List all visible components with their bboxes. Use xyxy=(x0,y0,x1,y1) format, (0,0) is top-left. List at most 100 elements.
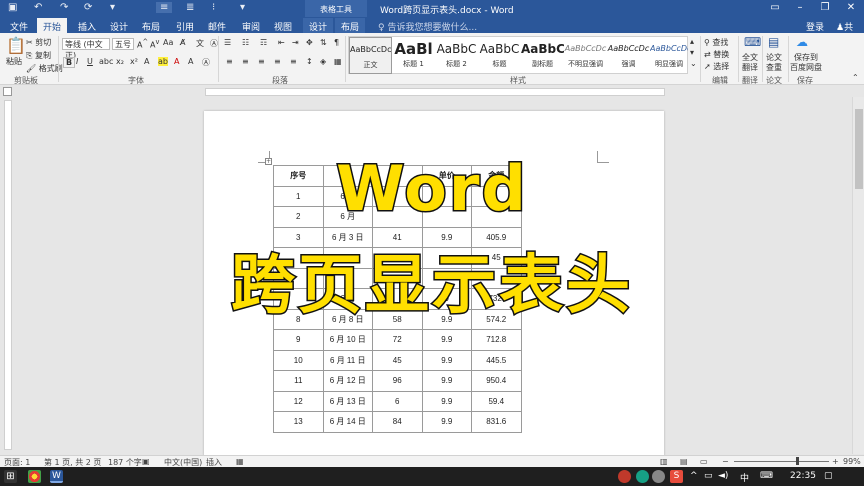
notifications-icon[interactable]: ▢ xyxy=(824,471,833,481)
tab-table-design[interactable]: 设计 xyxy=(303,18,334,33)
table-cell[interactable]: 9.9 xyxy=(421,370,472,392)
ribbon-display-options-icon[interactable]: ▭ xyxy=(767,2,783,15)
style-subtitle[interactable]: AaBbC 副标题 xyxy=(521,37,564,74)
print-layout-icon[interactable]: ▤ xyxy=(680,457,688,466)
cloud-icon[interactable]: ☁ xyxy=(796,35,808,49)
chinese-layout-icon[interactable]: ✥ xyxy=(306,38,313,47)
font-name-select[interactable]: 等线 (中文正) xyxy=(62,38,110,60)
select-button[interactable]: ➚ 选择 xyxy=(704,61,729,72)
network-icon[interactable]: ▭ xyxy=(704,471,713,481)
increase-indent-icon[interactable]: ⇥ xyxy=(292,38,299,47)
styles-scroll-down-icon[interactable]: ▾ xyxy=(690,48,694,57)
table-cell[interactable]: 9 xyxy=(273,329,324,351)
table-cell[interactable]: 950.4 xyxy=(471,370,522,392)
web-layout-icon[interactable]: ▭ xyxy=(700,457,708,466)
styles-more-icon[interactable]: ⌄ xyxy=(690,59,697,68)
tab-mailings[interactable]: 邮件 xyxy=(202,18,232,33)
record-tray-icon[interactable] xyxy=(618,470,631,483)
highlight-icon[interactable]: ab xyxy=(158,57,168,66)
table-cell[interactable]: 59.4 xyxy=(471,390,522,412)
minimize-button[interactable]: – xyxy=(792,2,808,15)
italic-icon[interactable]: I xyxy=(76,57,78,66)
phonetic-guide-icon[interactable]: 文 xyxy=(196,38,204,49)
format-icon[interactable]: ≣ xyxy=(186,2,194,13)
clear-format-icon[interactable]: A̸ xyxy=(180,38,185,47)
tab-view[interactable]: 视图 xyxy=(268,18,298,33)
find-button[interactable]: ⚲ 查找 xyxy=(704,37,728,48)
table-cell[interactable]: 6 月 13 日 xyxy=(322,390,373,412)
close-button[interactable]: ✕ xyxy=(843,2,859,15)
volume-icon[interactable]: ◄) xyxy=(718,471,728,481)
justify-icon[interactable]: ≡ xyxy=(274,57,281,66)
horizontal-ruler[interactable] xyxy=(205,88,665,96)
align-left-icon[interactable]: ≡ xyxy=(226,57,233,66)
repeat-icon[interactable]: ⟳ xyxy=(84,2,92,13)
copy-button[interactable]: ⎘ 复制 xyxy=(26,50,51,61)
borders-icon[interactable]: ▦ xyxy=(334,57,342,66)
show-marks-icon[interactable]: ¶ xyxy=(334,38,339,47)
tab-file[interactable]: 文件 xyxy=(4,18,34,33)
restore-button[interactable]: ❐ xyxy=(817,2,833,15)
paste-button[interactable]: 粘贴 xyxy=(6,56,22,67)
tab-table-layout[interactable]: 布局 xyxy=(335,18,366,33)
numbering-icon[interactable]: ☷ xyxy=(242,38,249,47)
tab-references[interactable]: 引用 xyxy=(170,18,200,33)
customize-dropdown-icon[interactable]: ▾ xyxy=(240,2,245,13)
app-tray-icon[interactable] xyxy=(652,470,665,483)
cut-button[interactable]: ✂ 剪切 xyxy=(26,37,51,48)
table-cell[interactable]: 9.9 xyxy=(421,329,472,351)
style-title[interactable]: AaBbC 标题 xyxy=(478,37,521,74)
replace-button[interactable]: ⇄ 替换 xyxy=(704,49,729,60)
font-size-select[interactable]: 五号 xyxy=(112,38,134,50)
word-taskbar-icon[interactable]: W xyxy=(50,470,63,483)
table-cell[interactable]: 9.9 xyxy=(421,390,472,412)
keyboard-icon[interactable]: ⌨ xyxy=(760,471,773,481)
undo-icon[interactable]: ↶ xyxy=(34,2,42,13)
char-shading-icon[interactable]: A xyxy=(188,57,193,66)
grow-font-icon[interactable]: A^ xyxy=(137,38,148,50)
tab-design[interactable]: 设计 xyxy=(104,18,134,33)
underline-icon[interactable]: U xyxy=(87,57,93,66)
translate-icon[interactable]: ⌨ xyxy=(744,35,761,49)
font-color-icon[interactable]: A xyxy=(174,57,179,66)
save-icon[interactable]: ▣ xyxy=(8,2,17,13)
quick-access-dropdown-icon[interactable]: ▾ xyxy=(110,2,115,13)
style-heading2[interactable]: AaBbC 标题 2 xyxy=(435,37,478,74)
table-cell[interactable]: 712.8 xyxy=(471,329,522,351)
zoom-slider-thumb[interactable] xyxy=(796,457,799,465)
zoom-out-icon[interactable]: − xyxy=(722,457,729,466)
paste-icon[interactable]: 📋 xyxy=(6,36,26,55)
table-cell[interactable]: 13 xyxy=(273,411,324,433)
start-icon[interactable]: ⊞ xyxy=(4,470,17,483)
thesis-check-icon[interactable]: ▤ xyxy=(768,35,779,49)
style-emphasis[interactable]: AaBbCcDc 强调 xyxy=(607,37,650,74)
table-cell[interactable]: 6 月 10 日 xyxy=(322,329,373,351)
table-cell[interactable]: 10 xyxy=(273,349,324,371)
table-cell[interactable]: 11 xyxy=(273,370,324,392)
macro-record-icon[interactable]: ▦ xyxy=(236,457,244,466)
table-cell[interactable]: 72 xyxy=(372,329,423,351)
redo-icon[interactable]: ↷ xyxy=(60,2,68,13)
style-subtle-emphasis[interactable]: AaBbCcDc 不明显强调 xyxy=(564,37,607,74)
list-icon[interactable]: ⁝ xyxy=(212,2,215,13)
table-cell[interactable]: 9.9 xyxy=(421,349,472,371)
app-tray-icon[interactable] xyxy=(636,470,649,483)
tab-selector-icon[interactable] xyxy=(3,87,12,96)
style-heading1[interactable]: AaBl 标题 1 xyxy=(392,37,435,74)
superscript-icon[interactable]: x² xyxy=(130,57,138,66)
share-button[interactable]: ♟共享 xyxy=(830,18,864,46)
distributed-icon[interactable]: ≡ xyxy=(290,57,297,66)
table-cell[interactable]: 831.6 xyxy=(471,411,522,433)
proofing-icon[interactable]: ▣ xyxy=(142,457,150,466)
shrink-font-icon[interactable]: Av xyxy=(150,38,159,50)
bold-icon[interactable]: B xyxy=(63,57,76,68)
table-cell[interactable]: 96 xyxy=(372,370,423,392)
table-cell[interactable]: 84 xyxy=(372,411,423,433)
table-cell[interactable]: 6 月 14 日 xyxy=(322,411,373,433)
bullets-icon[interactable]: ☰ xyxy=(224,38,231,47)
table-cell[interactable]: 6 月 11 日 xyxy=(322,349,373,371)
table-cell[interactable]: 445.5 xyxy=(471,349,522,371)
table-cell[interactable]: 6 xyxy=(372,390,423,412)
zoom-level[interactable]: 99% xyxy=(843,457,861,466)
sign-in-link[interactable]: 登录 xyxy=(800,18,830,33)
